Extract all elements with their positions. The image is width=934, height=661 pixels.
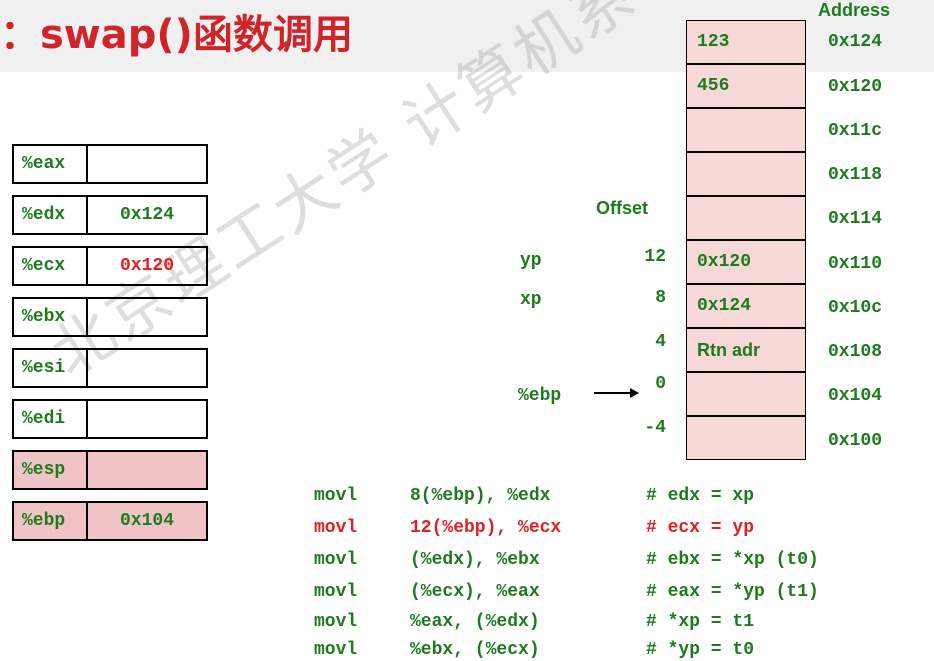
code-line: movl 8(%ebp), %edx # edx = xp	[314, 486, 754, 506]
code-args: %ebx, (%ecx)	[410, 640, 540, 660]
code-line: movl %eax, (%edx) # *xp = t1	[314, 612, 754, 632]
register-value	[88, 350, 206, 386]
address-label: 0x110	[828, 254, 883, 274]
offset-value: -4	[644, 418, 666, 438]
memory-cell	[686, 372, 806, 416]
code-op: movl	[314, 612, 358, 632]
code-line: movl (%edx), %ebx # ebx = *xp (t0)	[314, 550, 819, 570]
register-esp: %esp	[12, 450, 208, 490]
register-name: %ecx	[14, 248, 88, 284]
register-edi: %edi	[12, 399, 208, 439]
memory-cell: 0x120	[686, 240, 806, 284]
register-value	[88, 401, 206, 437]
register-value	[88, 452, 206, 488]
memory-cell: 123	[686, 20, 806, 64]
register-name: %ebp	[14, 503, 88, 539]
offset-value: 8	[655, 288, 666, 308]
label-yp: yp	[520, 251, 542, 271]
slide-title: ：swap()函数调用	[0, 12, 353, 58]
address-label: 0x104	[828, 386, 883, 406]
memory-cell	[686, 416, 806, 460]
code-line-highlighted: movl 12(%ebp), %ecx # ecx = yp	[314, 518, 754, 538]
address-header: Address	[818, 0, 891, 20]
register-name: %esp	[14, 452, 88, 488]
memory-cell	[686, 196, 806, 240]
address-label: 0x100	[828, 431, 883, 451]
label-xp: xp	[520, 290, 542, 310]
register-value	[88, 299, 206, 335]
address-label: 0x11c	[828, 121, 883, 141]
offset-value: 12	[644, 247, 666, 267]
register-esi: %esi	[12, 348, 208, 388]
code-comment: # edx = xp	[646, 486, 755, 506]
code-args: 8(%ebp), %edx	[410, 486, 551, 506]
code-args: 12(%ebp), %ecx	[410, 518, 562, 538]
offset-value: 4	[655, 332, 666, 352]
code-line: movl (%ecx), %eax # eax = *yp (t1)	[314, 582, 819, 602]
label-ebp: %ebp	[518, 386, 562, 406]
ebp-arrow-icon	[594, 388, 639, 398]
register-edx: %edx 0x124	[12, 195, 208, 235]
code-args: (%ecx), %eax	[410, 582, 540, 602]
register-name: %esi	[14, 350, 88, 386]
code-comment: # ecx = yp	[646, 518, 755, 538]
register-name: %ebx	[14, 299, 88, 335]
address-label: 0x118	[828, 165, 883, 185]
memory-cell: 456	[686, 64, 806, 108]
register-name: %edi	[14, 401, 88, 437]
code-comment: # ebx = *xp (t0)	[646, 550, 819, 570]
address-label: 0x120	[828, 77, 883, 97]
code-line: movl %ebx, (%ecx) # *yp = t0	[314, 640, 754, 660]
code-comment: # *yp = t0	[646, 640, 755, 660]
register-value: 0x104	[88, 503, 206, 539]
address-label: 0x108	[828, 342, 883, 362]
register-eax: %eax	[12, 144, 208, 184]
memory-cell	[686, 152, 806, 196]
offset-header: Offset	[596, 198, 649, 218]
memory-cell: 0x124	[686, 284, 806, 328]
code-op: movl	[314, 550, 358, 570]
code-op: movl	[314, 486, 358, 506]
address-label: 0x10c	[828, 298, 883, 318]
code-op: movl	[314, 582, 358, 602]
code-args: %eax, (%edx)	[410, 612, 540, 632]
register-name: %edx	[14, 197, 88, 233]
address-label: 0x124	[828, 32, 883, 52]
code-args: (%edx), %ebx	[410, 550, 540, 570]
register-ebp: %ebp 0x104	[12, 501, 208, 541]
memory-cell: Rtn adr	[686, 328, 806, 372]
register-value: 0x124	[119, 205, 174, 225]
register-name: %eax	[14, 146, 88, 182]
register-value	[88, 146, 206, 182]
address-label: 0x114	[828, 209, 883, 229]
code-op: movl	[314, 640, 358, 660]
code-comment: # eax = *yp (t1)	[646, 582, 819, 602]
code-op: movl	[314, 518, 358, 538]
register-ecx: %ecx 0x120	[12, 246, 208, 286]
register-value: 0x120	[119, 256, 174, 276]
register-ebx: %ebx	[12, 297, 208, 337]
code-comment: # *xp = t1	[646, 612, 755, 632]
memory-cell	[686, 108, 806, 152]
